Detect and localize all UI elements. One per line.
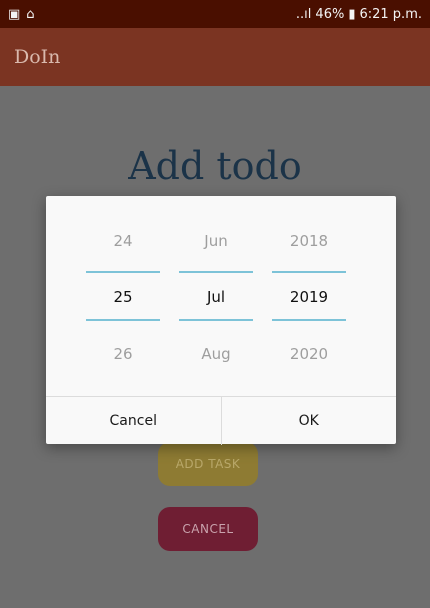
year-wheel[interactable]: 2018 2019 2020 bbox=[272, 196, 346, 396]
month-divider-top bbox=[179, 271, 253, 273]
month-next[interactable]: Aug bbox=[179, 345, 253, 363]
month-prev[interactable]: Jun bbox=[179, 232, 253, 250]
gallery-notification-icon: ▣ bbox=[8, 6, 21, 22]
month-current[interactable]: Jul bbox=[179, 288, 253, 306]
battery-percent: 46% bbox=[315, 6, 345, 22]
page-title: Add todo bbox=[128, 144, 302, 188]
cancel-task-button[interactable]: CANCEL bbox=[158, 507, 258, 551]
year-current[interactable]: 2019 bbox=[272, 288, 346, 306]
day-prev[interactable]: 24 bbox=[86, 232, 160, 250]
dialog-actions: Cancel OK bbox=[46, 396, 396, 445]
day-current[interactable]: 25 bbox=[86, 288, 160, 306]
status-right: ..ıl 46% ▮ 6:21 p.m. bbox=[296, 7, 422, 22]
status-bar: ▣ ⌂ ..ıl 46% ▮ 6:21 p.m. bbox=[0, 0, 430, 28]
dialog-cancel-button[interactable]: Cancel bbox=[46, 397, 222, 445]
add-task-button[interactable]: ADD TASK bbox=[158, 442, 258, 486]
day-divider-bottom bbox=[86, 319, 160, 321]
month-wheel[interactable]: Jun Jul Aug bbox=[179, 196, 253, 396]
year-divider-top bbox=[272, 271, 346, 273]
date-picker-dialog: 24 25 26 Jun Jul Aug 2018 2019 2020 Canc… bbox=[46, 196, 396, 445]
status-left: ▣ ⌂ bbox=[8, 8, 35, 21]
date-picker: 24 25 26 Jun Jul Aug 2018 2019 2020 bbox=[46, 196, 396, 396]
year-next[interactable]: 2020 bbox=[272, 345, 346, 363]
day-divider-top bbox=[86, 271, 160, 273]
month-divider-bottom bbox=[179, 319, 253, 321]
battery-icon: ▮ bbox=[348, 6, 356, 22]
year-divider-bottom bbox=[272, 319, 346, 321]
status-time: 6:21 p.m. bbox=[359, 6, 422, 22]
signal-icon: ..ıl bbox=[295, 6, 312, 22]
day-next[interactable]: 26 bbox=[86, 345, 160, 363]
home-notification-icon: ⌂ bbox=[26, 6, 35, 22]
app-title: DoIn bbox=[14, 46, 61, 68]
dialog-ok-button[interactable]: OK bbox=[222, 397, 397, 445]
app-bar: DoIn bbox=[0, 28, 430, 86]
year-prev[interactable]: 2018 bbox=[272, 232, 346, 250]
day-wheel[interactable]: 24 25 26 bbox=[86, 196, 160, 396]
